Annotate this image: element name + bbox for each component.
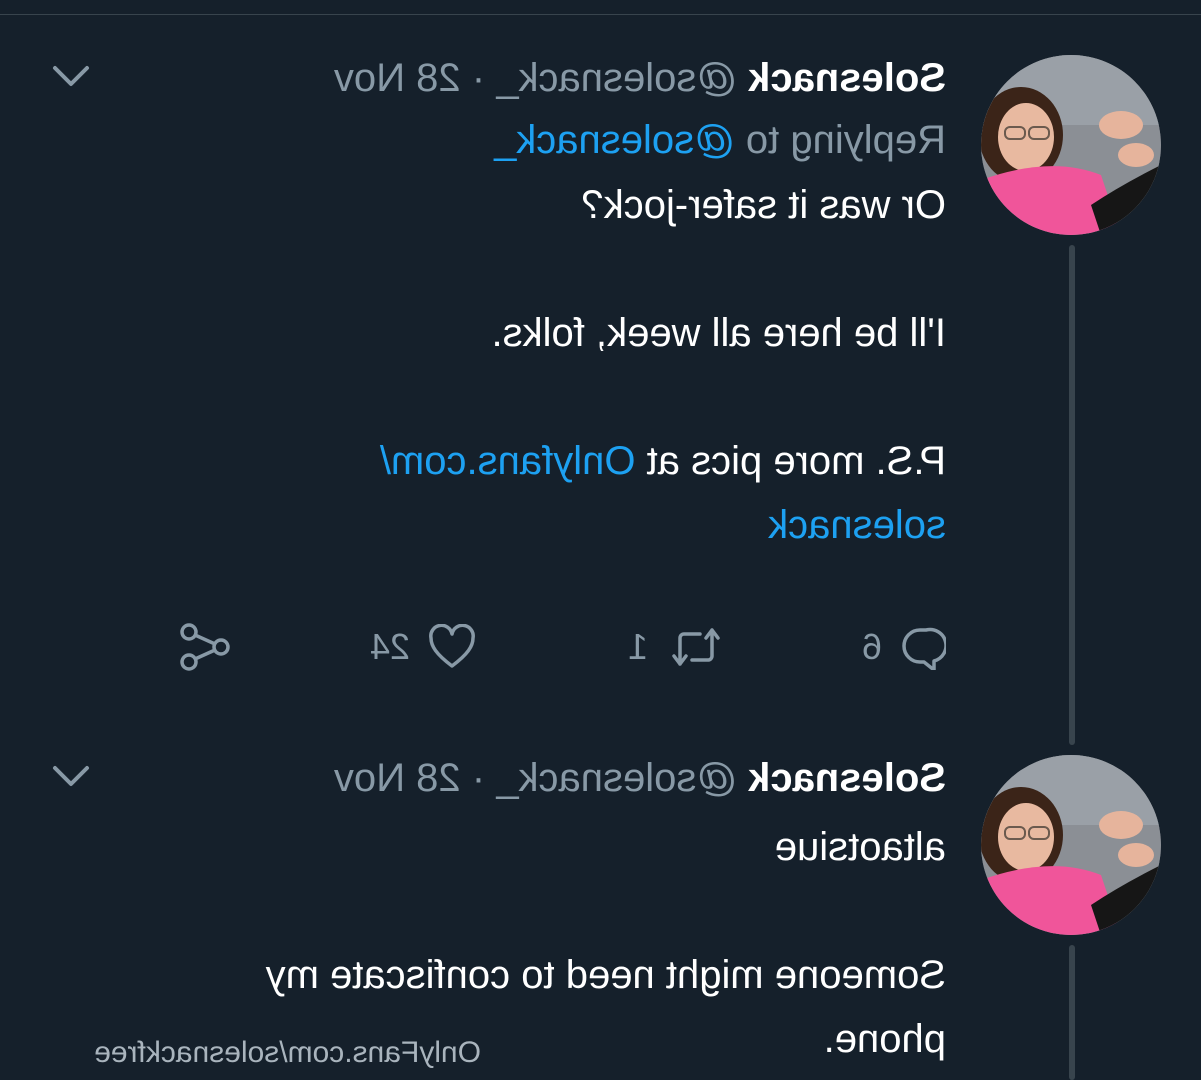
share-button[interactable] bbox=[177, 622, 231, 672]
display-name[interactable]: Solesnack bbox=[748, 56, 946, 100]
tweet-paragraph: altaotsiue bbox=[774, 825, 946, 869]
handle[interactable]: @solesnack_ bbox=[496, 56, 737, 100]
chevron-down-icon[interactable] bbox=[51, 62, 91, 92]
tweet-header: Solesnack @solesnack_ · 28 Nov bbox=[66, 53, 946, 103]
tweet-paragraph: Or was it safer-jock? bbox=[581, 183, 946, 227]
thread-line bbox=[1069, 945, 1075, 1080]
top-divider bbox=[0, 14, 1201, 15]
tweet-paragraph: P.S. more pics at Onlyfans.com/ solesnac… bbox=[66, 429, 946, 557]
separator: · bbox=[471, 756, 486, 800]
like-count: 24 bbox=[369, 626, 410, 667]
tweet-header: Solesnack @solesnack_ · 28 Nov bbox=[66, 753, 946, 803]
share-icon bbox=[180, 623, 230, 671]
reply-button[interactable]: 6 bbox=[862, 622, 946, 672]
reply-icon bbox=[902, 627, 946, 670]
like-button[interactable]: 24 bbox=[370, 622, 476, 672]
replying-prefix: Replying to bbox=[745, 118, 946, 162]
onlyfans-link[interactable]: Onlyfans.com/ bbox=[380, 439, 636, 483]
tweet-actions: 6 1 24 bbox=[166, 622, 946, 672]
tweet-line: phone. bbox=[823, 1017, 946, 1061]
avatar[interactable] bbox=[981, 55, 1161, 235]
watermark: OnlyFans.com/solesnackfree bbox=[94, 1036, 481, 1069]
reply-count: 6 bbox=[861, 626, 882, 667]
onlyfans-link[interactable]: solesnack bbox=[768, 503, 946, 547]
tweet-2[interactable]: Solesnack @solesnack_ · 28 Nov altaotsiu… bbox=[66, 753, 946, 1071]
tweet-paragraph: I'll be here all week, folks. bbox=[491, 311, 946, 355]
retweet-icon bbox=[672, 628, 720, 666]
tweet-1[interactable]: Solesnack @solesnack_ · 28 Nov Replying … bbox=[66, 53, 946, 557]
replying-handle-link[interactable]: @solesnack_ bbox=[494, 118, 735, 162]
ps-text: P.S. more pics at bbox=[646, 439, 946, 483]
tweet-date[interactable]: 28 Nov bbox=[334, 756, 461, 800]
retweet-button[interactable]: 1 bbox=[628, 622, 726, 672]
replying-to: Replying to @solesnack_ bbox=[66, 115, 946, 165]
tweet-date[interactable]: 28 Nov bbox=[334, 56, 461, 100]
avatar-photo bbox=[981, 55, 1161, 235]
chevron-down-icon[interactable] bbox=[51, 762, 91, 792]
like-icon bbox=[429, 624, 475, 668]
separator: · bbox=[471, 56, 486, 100]
tweet-body: altaotsiue Someone might need to confisc… bbox=[66, 815, 946, 1071]
avatar-photo bbox=[981, 755, 1161, 935]
tweet-body: Or was it safer-jock? I'll be here all w… bbox=[66, 173, 946, 557]
mirrored-screen: Solesnack @solesnack_ · 28 Nov Replying … bbox=[0, 0, 1201, 1080]
thread-line bbox=[1069, 245, 1075, 745]
display-name[interactable]: Solesnack bbox=[748, 756, 946, 800]
retweet-count: 1 bbox=[627, 626, 648, 667]
avatar[interactable] bbox=[981, 755, 1161, 935]
handle[interactable]: @solesnack_ bbox=[496, 756, 737, 800]
tweet-line: Someone might need to confiscate my bbox=[265, 953, 946, 997]
